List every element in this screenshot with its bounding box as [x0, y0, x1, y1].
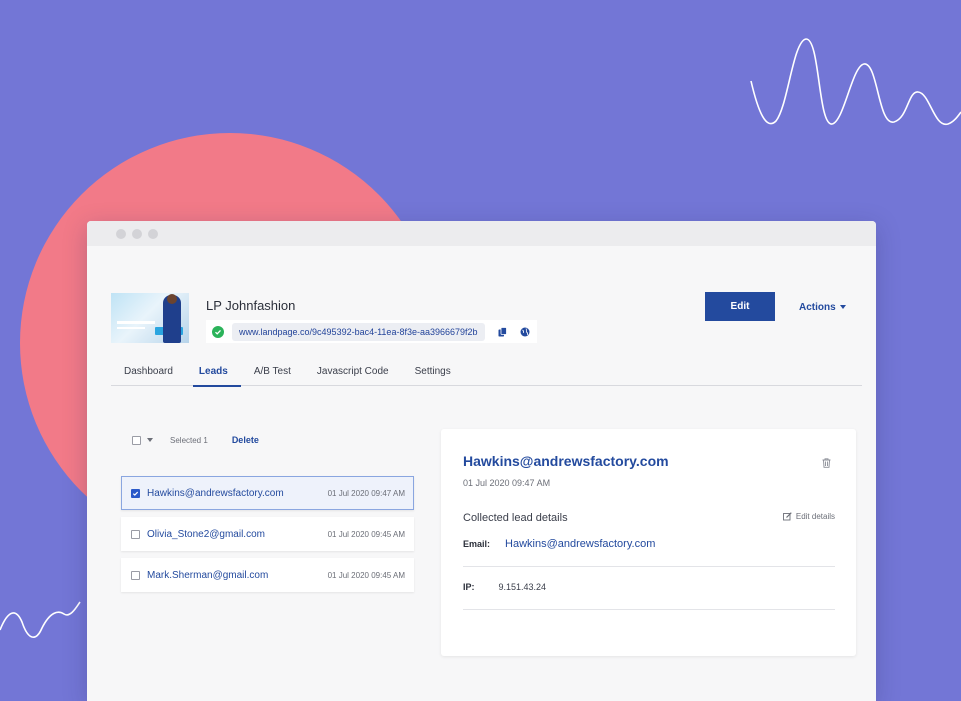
lead-checkbox[interactable]: [131, 488, 140, 498]
lead-list: Hawkins@andrewsfactory.com 01 Jul 2020 0…: [121, 476, 414, 599]
delete-button[interactable]: Delete: [232, 435, 259, 445]
window-dot: [116, 228, 126, 239]
tab-dashboard[interactable]: Dashboard: [111, 361, 186, 386]
selected-count: Selected 1: [170, 435, 208, 445]
detail-date: 01 Jul 2020 09:47 AM: [463, 478, 551, 488]
ip-value: 9.151.43.24: [498, 582, 547, 592]
edit-details-link[interactable]: Edit details: [782, 512, 835, 521]
detail-email-heading: Hawkins@andrewsfactory.com: [463, 453, 669, 469]
email-value[interactable]: Hawkins@andrewsfactory.com: [505, 538, 655, 550]
divider: [463, 566, 835, 567]
published-check-icon: [212, 325, 224, 338]
section-title: Collected lead details: [463, 512, 568, 524]
ip-label: IP:: [463, 582, 475, 592]
list-item[interactable]: Hawkins@andrewsfactory.com 01 Jul 2020 0…: [121, 476, 414, 510]
lead-detail-panel: Hawkins@andrewsfactory.com 01 Jul 2020 0…: [441, 429, 856, 656]
page-title: LP Johnfashion: [206, 298, 296, 313]
window-dot: [148, 228, 158, 239]
tab-leads[interactable]: Leads: [186, 361, 241, 387]
lead-date: 01 Jul 2020 09:47 AM: [327, 488, 405, 498]
edit-details-label: Edit details: [795, 512, 835, 521]
landing-page-thumbnail[interactable]: [111, 293, 189, 343]
window-dot: [132, 228, 142, 239]
select-all-checkbox[interactable]: [132, 435, 141, 445]
actions-dropdown[interactable]: Actions: [799, 299, 846, 315]
tab-settings[interactable]: Settings: [402, 361, 464, 386]
lead-date: 01 Jul 2020 09:45 AM: [327, 570, 405, 580]
lead-email: Hawkins@andrewsfactory.com: [147, 487, 284, 499]
divider: [463, 609, 835, 610]
page-url-link[interactable]: www.landpage.co/9c495392-bac4-11ea-8f3e-…: [232, 322, 485, 341]
app-window: LP Johnfashion www.landpage.co/9c495392-…: [87, 221, 876, 701]
lead-email: Olivia_Stone2@gmail.com: [147, 528, 265, 540]
window-titlebar: [87, 221, 876, 246]
tab-javascript-code[interactable]: Javascript Code: [304, 361, 402, 386]
tab-bar: Dashboard Leads A/B Test Javascript Code…: [111, 361, 862, 387]
detail-email-row: Email: Hawkins@andrewsfactory.com: [463, 538, 655, 550]
globe-icon[interactable]: [519, 326, 531, 338]
decorative-squiggle-bottom: [0, 601, 81, 638]
detail-ip-row: IP: 9.151.43.24: [463, 582, 546, 592]
url-bar: www.landpage.co/9c495392-bac4-11ea-8f3e-…: [206, 320, 537, 343]
lead-checkbox[interactable]: [131, 529, 140, 539]
actions-label: Actions: [799, 301, 836, 313]
list-item[interactable]: Olivia_Stone2@gmail.com 01 Jul 2020 09:4…: [121, 517, 414, 551]
edit-button[interactable]: Edit: [705, 292, 775, 321]
lead-date: 01 Jul 2020 09:45 AM: [327, 529, 405, 539]
lead-checkbox[interactable]: [131, 570, 140, 580]
tab-ab-test[interactable]: A/B Test: [241, 361, 304, 386]
copy-icon[interactable]: [497, 326, 509, 338]
decorative-squiggle-top: [750, 38, 961, 125]
lead-email: Mark.Sherman@gmail.com: [147, 569, 269, 581]
list-toolbar: Selected 1 Delete: [132, 433, 259, 447]
edit-icon: [782, 512, 792, 521]
trash-icon[interactable]: [822, 455, 832, 468]
chevron-down-icon: [839, 305, 846, 309]
chevron-down-icon[interactable]: [147, 438, 153, 442]
email-label: Email:: [463, 539, 491, 549]
list-item[interactable]: Mark.Sherman@gmail.com 01 Jul 2020 09:45…: [121, 558, 414, 592]
